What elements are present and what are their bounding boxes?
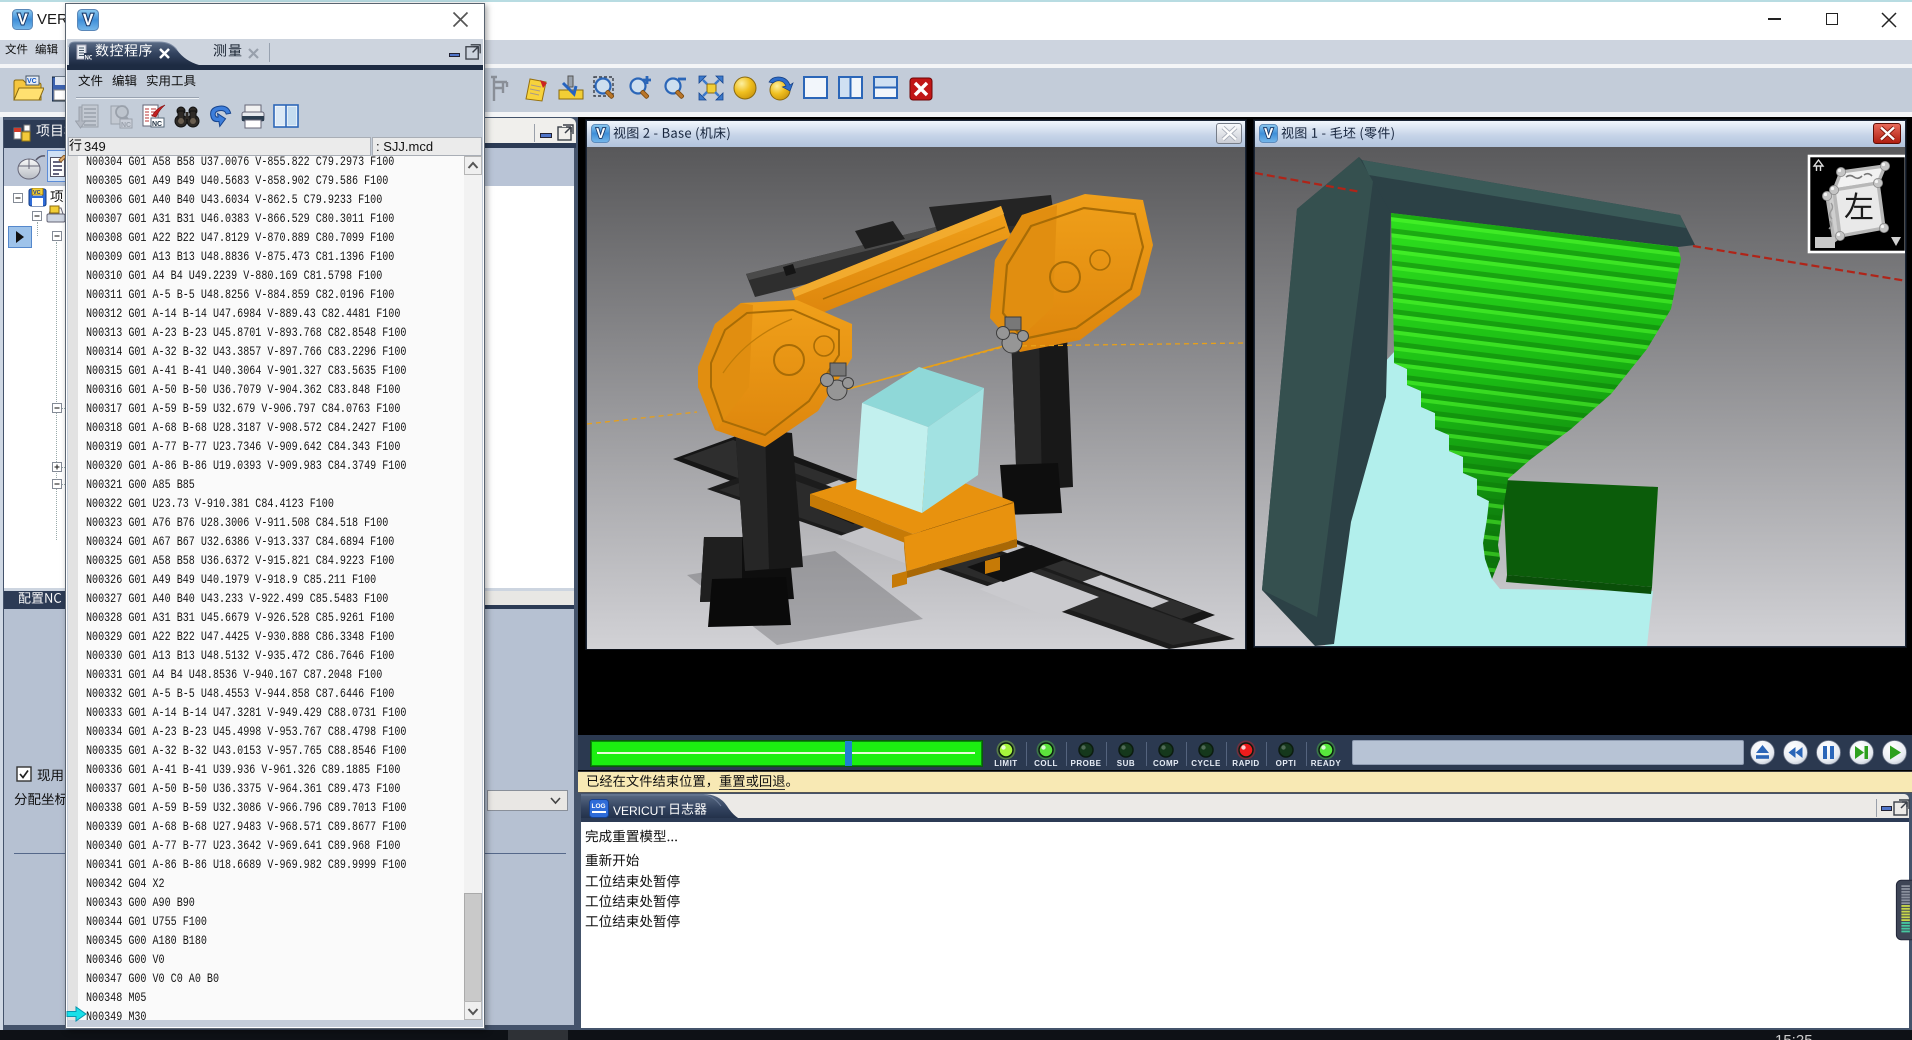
svg-text:VC: VC xyxy=(27,78,37,85)
svg-text:LOG: LOG xyxy=(592,803,606,810)
svg-text:NC: NC xyxy=(152,121,162,128)
svg-text:NC: NC xyxy=(121,122,131,129)
svg-text:NC: NC xyxy=(85,56,93,62)
svg-text:VC: VC xyxy=(33,190,41,196)
